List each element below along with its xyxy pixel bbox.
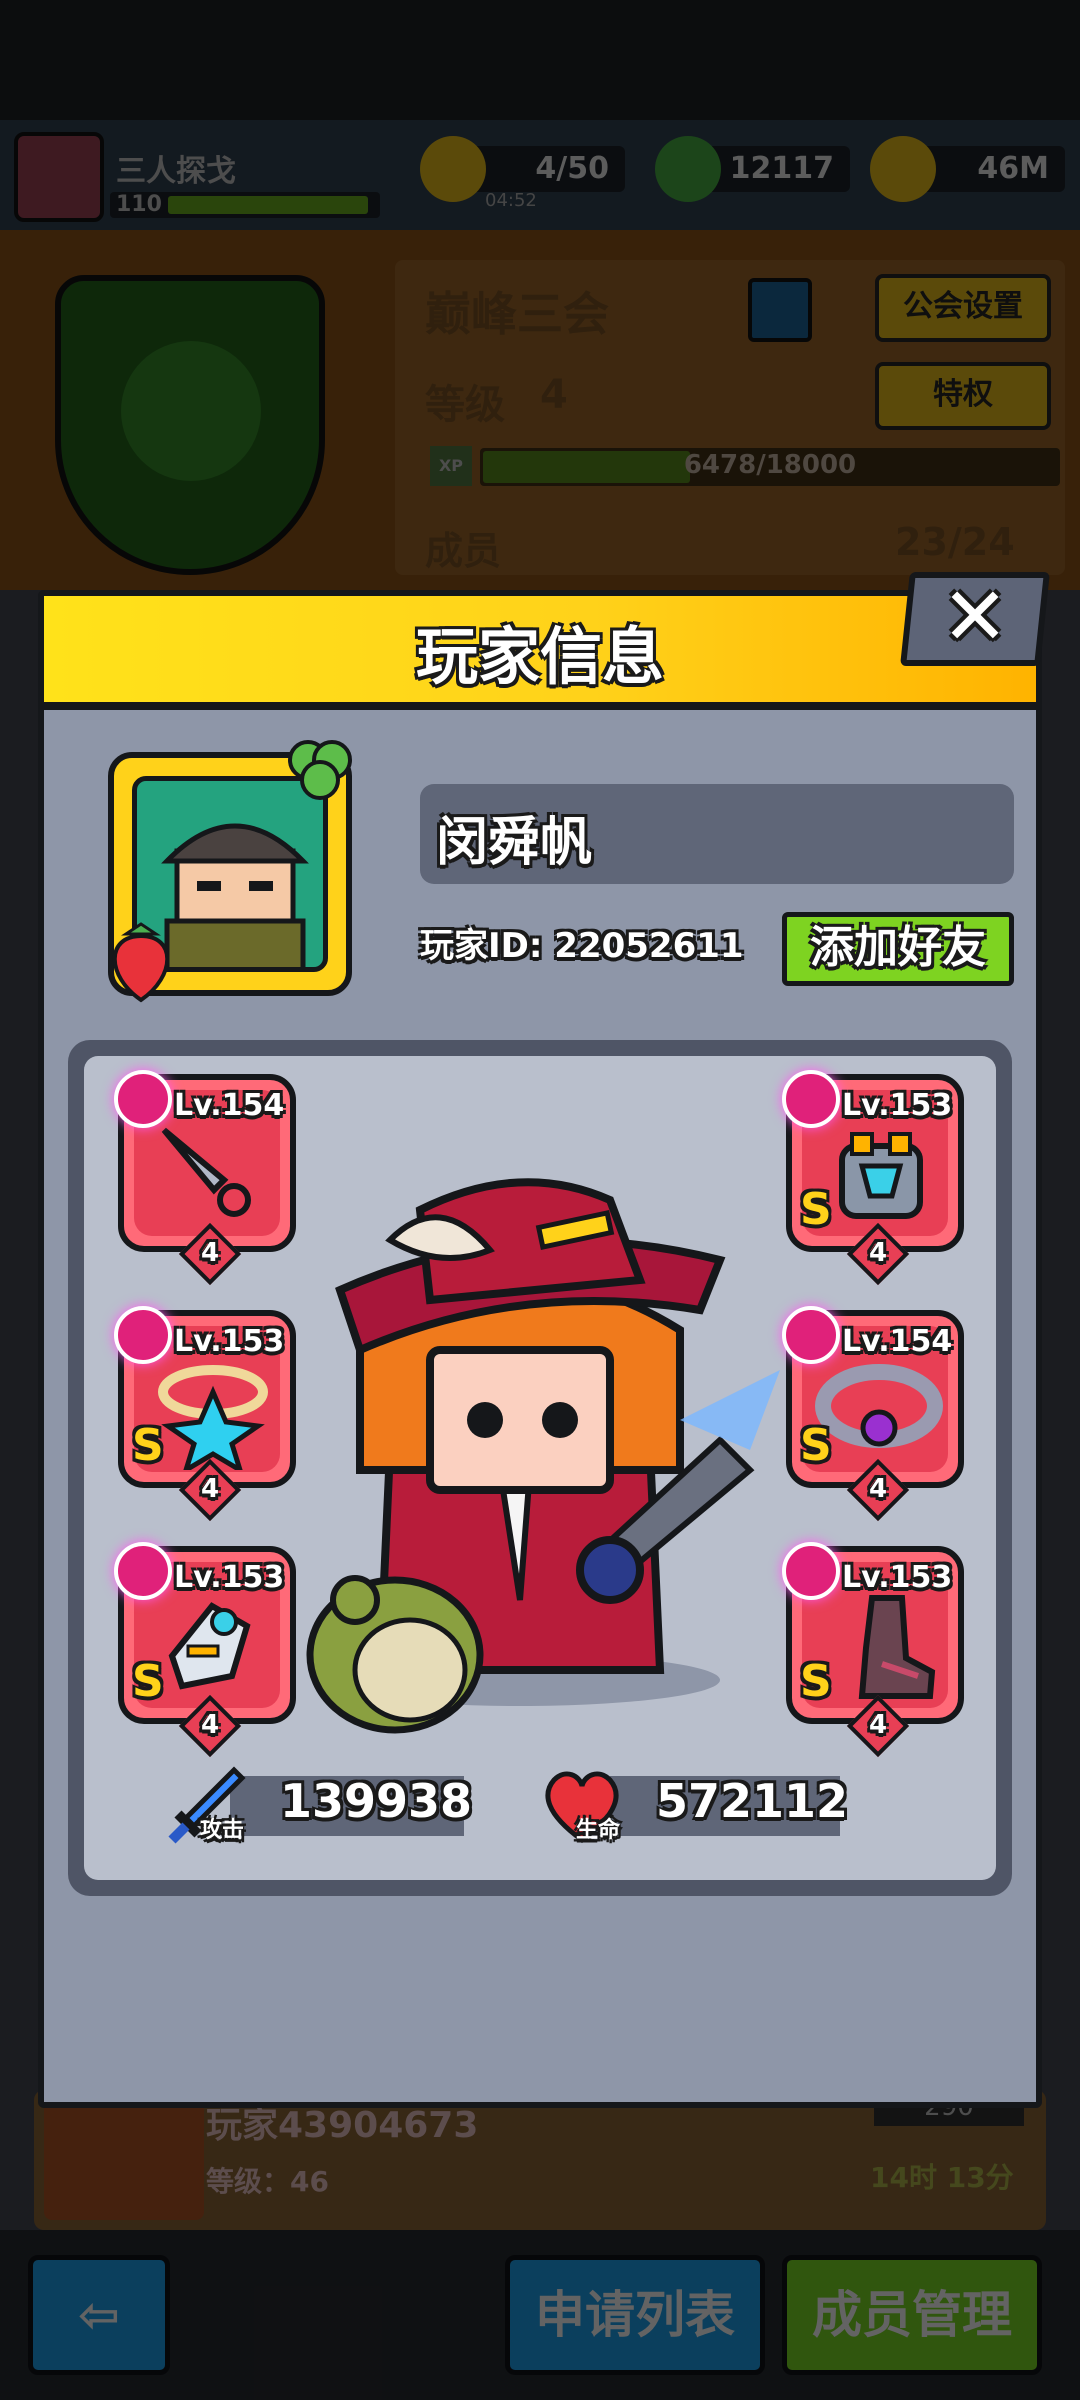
guild-xp-bar: 6478/18000	[480, 448, 1060, 486]
player-id: 玩家ID: 22052611	[420, 926, 744, 966]
kunai-icon	[161, 1127, 251, 1217]
equipment-stars: 4	[200, 1474, 220, 1504]
equipment-grade: S	[132, 1420, 164, 1471]
armor-icon	[839, 1132, 923, 1219]
privilege-button[interactable]: 特权	[875, 362, 1051, 430]
gem-value: 12117	[729, 151, 834, 186]
apply-list-button[interactable]: 申请列表	[505, 2255, 765, 2375]
gem-icon[interactable]	[655, 136, 721, 202]
equipment-slot-necklace[interactable]: Lv.153 S 4	[114, 1306, 296, 1522]
strawberry-icon	[112, 922, 170, 1003]
frog-pet	[306, 1575, 484, 1734]
hp-value: 572112	[656, 1774, 849, 1828]
equipment-stars: 4	[868, 1238, 888, 1268]
equipment-stars: 4	[868, 1710, 888, 1740]
equipment-slot-gloves[interactable]: Lv.153 S 4	[114, 1542, 296, 1758]
guild-level-value: 4	[540, 372, 568, 418]
armor-type-icon	[782, 1070, 840, 1128]
user-level-fill	[168, 196, 368, 214]
username: 三人探戈	[116, 154, 236, 189]
member-avatar	[44, 2090, 204, 2220]
close-icon[interactable]: ✕	[905, 572, 1045, 666]
necklace-type-icon	[114, 1306, 172, 1364]
equipment-stars: 4	[200, 1238, 220, 1268]
belt-icon	[815, 1364, 943, 1448]
gold-icon[interactable]	[870, 136, 936, 202]
status-bar-area	[0, 0, 1080, 120]
equipment-level: Lv.153	[842, 1088, 953, 1123]
belt-type-icon	[782, 1306, 840, 1364]
guild-members-label: 成员	[425, 529, 502, 573]
guild-emblem	[55, 275, 325, 575]
equipment-level: Lv.154	[174, 1088, 285, 1123]
equipment-slot-armor[interactable]: Lv.153 S 4	[782, 1070, 964, 1286]
back-arrow-icon: ⇦	[78, 2286, 120, 2344]
boots-type-icon	[782, 1542, 840, 1600]
equipment-slot-belt[interactable]: Lv.154 S 4	[782, 1306, 964, 1522]
add-friend-button[interactable]: 添加好友	[782, 912, 1014, 986]
attack-label: 攻击	[200, 1818, 245, 1843]
raccoon-icon	[121, 341, 261, 481]
edit-pencil-icon[interactable]	[748, 278, 812, 342]
necklace-icon	[158, 1365, 268, 1470]
equipment-level: Lv.154	[842, 1324, 953, 1359]
equipment-grade: S	[132, 1656, 164, 1707]
user-level-bar: 110	[110, 192, 380, 218]
equipment-level: Lv.153	[174, 1324, 285, 1359]
back-button[interactable]: ⇦	[28, 2255, 170, 2375]
hp-label: 生命	[576, 1818, 621, 1843]
guild-members-value: 23/24	[895, 520, 1015, 564]
equipment-stars: 4	[200, 1710, 220, 1740]
attack-value: 139938	[280, 1774, 473, 1828]
boots-icon	[858, 1595, 936, 1699]
guild-level-label: 等级	[425, 382, 505, 428]
user-avatar[interactable]	[14, 132, 104, 222]
equipment-grade: S	[800, 1656, 832, 1707]
equipment-slot-boots[interactable]: Lv.153 S 4	[782, 1542, 964, 1758]
equipment-stars: 4	[868, 1474, 888, 1504]
equipment-slot-weapon[interactable]: Lv.154 4	[114, 1070, 296, 1286]
guild-xp-text: 6478/18000	[683, 450, 857, 480]
gauntlet-icon	[168, 1602, 251, 1690]
member-last-online: 14时 13分	[870, 2161, 1014, 2194]
gloves-type-icon	[114, 1542, 172, 1600]
equipment-level: Lv.153	[842, 1560, 953, 1595]
gold-value: 46M	[977, 151, 1049, 186]
clover-icon	[288, 740, 352, 800]
user-level: 110	[116, 192, 162, 217]
guild-settings-button[interactable]: 公会设置	[875, 274, 1051, 342]
xp-badge: XP	[430, 446, 472, 486]
guild-name: 巅峰三会	[425, 287, 609, 341]
member-level: 等级：46	[206, 2165, 329, 2198]
member-row[interactable]: 玩家43904673 等级：46 290 14时 13分	[34, 2090, 1046, 2230]
guild-panel: 巅峰三会 公会设置 等级 4 特权 XP 6478/18000 成员 23/24	[0, 230, 1080, 590]
energy-timer: 04:52	[485, 190, 537, 211]
energy-value: 4/50	[535, 151, 609, 186]
energy-icon[interactable]	[420, 136, 486, 202]
member-manage-button[interactable]: 成员管理	[782, 2255, 1042, 2375]
weapon-type-icon	[114, 1070, 172, 1128]
equipment-grade: S	[800, 1184, 832, 1235]
player-name: 闵舜帆	[436, 813, 593, 873]
dialog-title: 玩家信息	[415, 620, 664, 693]
equipment-grade: S	[800, 1420, 832, 1471]
equipment-level: Lv.153	[174, 1560, 285, 1595]
